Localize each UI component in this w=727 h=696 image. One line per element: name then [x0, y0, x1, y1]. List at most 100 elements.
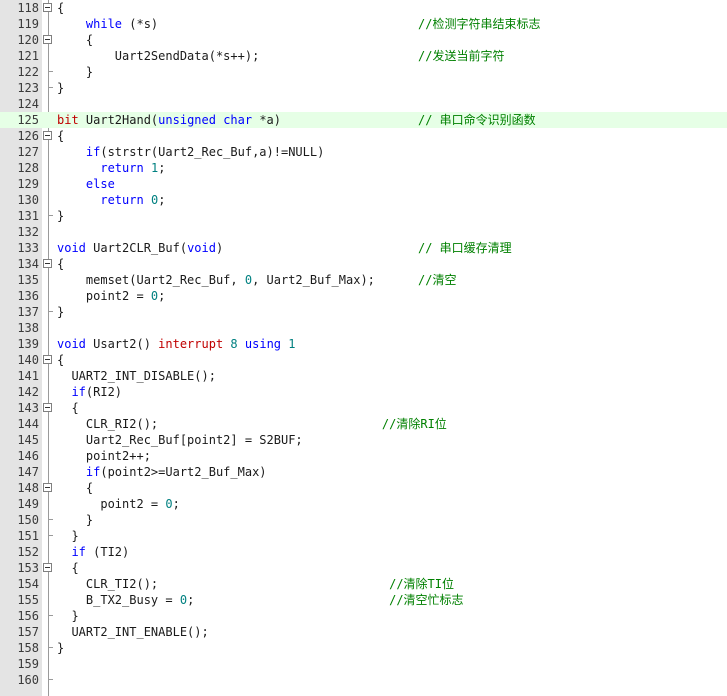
fold-toggle-icon[interactable]	[43, 563, 52, 572]
code-line[interactable]: 130 return 0;	[0, 192, 727, 208]
code-line[interactable]: 154 CLR_TI2(); //清除TI位	[0, 576, 727, 592]
fold-toggle-icon[interactable]	[43, 483, 52, 492]
code-line[interactable]: 118 {	[0, 0, 727, 16]
code-line[interactable]: 143 {	[0, 400, 727, 416]
code-text: UART2_INT_DISABLE();	[57, 368, 216, 384]
code-text: {	[57, 400, 78, 416]
code-comment: // 串口缓存清理	[418, 241, 512, 255]
code-line[interactable]: 144 CLR_RI2(); //清除RI位	[0, 416, 727, 432]
code-line[interactable]: 121 Uart2SendData(*s++); //发送当前字符	[0, 48, 727, 64]
code-token: *a)	[252, 113, 282, 127]
code-line[interactable]: 127 if(strstr(Uart2_Rec_Buf,a)!=NULL)	[0, 144, 727, 160]
line-number: 141	[17, 369, 39, 383]
code-line[interactable]: 129 else	[0, 176, 727, 192]
code-text: {	[57, 32, 93, 48]
code-token: char	[223, 113, 253, 127]
line-number: 137	[17, 305, 39, 319]
code-line[interactable]: 125 bit Uart2Hand(unsigned char *a) // 串口命…	[0, 112, 727, 128]
line-number: 125	[17, 113, 39, 127]
code-token: if	[71, 545, 86, 559]
code-line[interactable]: 128 return 1;	[0, 160, 727, 176]
code-line[interactable]: 131}	[0, 208, 727, 224]
code-text: {	[57, 352, 64, 368]
code-line[interactable]: 135 memset(Uart2_Rec_Buf, 0, Uart2_Buf_M…	[0, 272, 727, 288]
fold-toggle-icon[interactable]	[43, 35, 52, 44]
code-line[interactable]: 132	[0, 224, 727, 240]
code-text: point2++;	[57, 448, 151, 464]
code-text: }	[57, 208, 64, 224]
fold-toggle-icon[interactable]	[43, 355, 52, 364]
code-text: if(point2>=Uart2_Buf_Max)	[57, 464, 267, 480]
line-number: 157	[17, 625, 39, 639]
code-token: if	[85, 465, 101, 479]
code-text: else	[57, 176, 115, 192]
code-line[interactable]: 124	[0, 96, 727, 112]
line-number: 128	[17, 161, 39, 175]
code-line[interactable]: 139 void Usart2() interrupt 8 using 1	[0, 336, 727, 352]
code-line[interactable]: 159	[0, 656, 727, 672]
fold-toggle-icon[interactable]	[43, 131, 52, 140]
code-token: {	[57, 353, 65, 367]
fold-end-marker-icon	[48, 80, 53, 88]
line-number: 122	[17, 65, 39, 79]
code-line[interactable]: 156 }	[0, 608, 727, 624]
fold-toggle-icon[interactable]	[43, 403, 52, 412]
code-token: }	[57, 65, 94, 79]
code-line[interactable]: 151 }	[0, 528, 727, 544]
line-number: 138	[17, 321, 39, 335]
code-text: CLR_RI2();	[57, 416, 158, 432]
code-line[interactable]: 148 {	[0, 480, 727, 496]
code-token: (RI2)	[85, 385, 123, 399]
fold-toggle-icon[interactable]	[43, 259, 52, 268]
code-line[interactable]: 120 {	[0, 32, 727, 48]
fold-toggle-icon[interactable]	[43, 3, 52, 12]
code-line[interactable]: 158}	[0, 640, 727, 656]
line-number: 120	[17, 33, 39, 47]
code-line[interactable]: 146 point2++;	[0, 448, 727, 464]
code-token: CLR_RI2();	[57, 417, 159, 431]
code-line[interactable]: 123}	[0, 80, 727, 96]
line-number: 119	[17, 17, 39, 31]
code-comment: //发送当前字符	[418, 49, 505, 63]
code-line[interactable]: 136 point2 = 0;	[0, 288, 727, 304]
code-line[interactable]: 153 {	[0, 560, 727, 576]
code-text: return 1;	[57, 160, 165, 176]
code-line[interactable]: 147 if(point2>=Uart2_Buf_Max)	[0, 464, 727, 480]
code-line[interactable]: 155 B_TX2_Busy = 0; //清空忙标志	[0, 592, 727, 608]
code-text: }	[57, 640, 64, 656]
code-line[interactable]: 134 {	[0, 256, 727, 272]
code-line[interactable]: 126 {	[0, 128, 727, 144]
line-number: 124	[17, 97, 39, 111]
code-line[interactable]: 152 if (TI2)	[0, 544, 727, 560]
code-text: UART2_INT_ENABLE();	[57, 624, 208, 640]
code-line[interactable]: 138	[0, 320, 727, 336]
code-line[interactable]: 122 }	[0, 64, 727, 80]
code-line[interactable]: 119 while (*s) //检测字符串结束标志	[0, 16, 727, 32]
fold-end-marker-icon	[48, 512, 53, 520]
code-line[interactable]: 141 UART2_INT_DISABLE();	[0, 368, 727, 384]
code-line[interactable]: 133 void Uart2CLR_Buf(void) // 串口缓存清理	[0, 240, 727, 256]
fold-end-marker-icon	[48, 304, 53, 312]
code-line[interactable]: 160	[0, 672, 727, 688]
line-number: 151	[17, 529, 39, 543]
code-line[interactable]: 145 Uart2_Rec_Buf[point2] = S2BUF;	[0, 432, 727, 448]
code-line[interactable]: 157 UART2_INT_ENABLE();	[0, 624, 727, 640]
code-line[interactable]: 137}	[0, 304, 727, 320]
code-text: }	[57, 528, 78, 544]
fold-end-marker-icon	[48, 528, 53, 536]
code-line[interactable]: 142 if(RI2)	[0, 384, 727, 400]
line-number: 154	[17, 577, 39, 591]
code-token: {	[57, 1, 65, 15]
code-token: 1	[288, 337, 296, 351]
code-text: B_TX2_Busy = 0;	[57, 592, 194, 608]
line-number: 127	[17, 145, 39, 159]
code-line[interactable]: 149 point2 = 0;	[0, 496, 727, 512]
code-token: }	[57, 641, 65, 655]
code-line[interactable]: 150 }	[0, 512, 727, 528]
code-editor[interactable]: 118{119 while (*s)//检测字符串结束标志 120 {121 Ua…	[0, 0, 727, 696]
code-comment: //清空	[418, 273, 457, 287]
code-token: 0	[244, 273, 253, 287]
code-line[interactable]: 140 {	[0, 352, 727, 368]
